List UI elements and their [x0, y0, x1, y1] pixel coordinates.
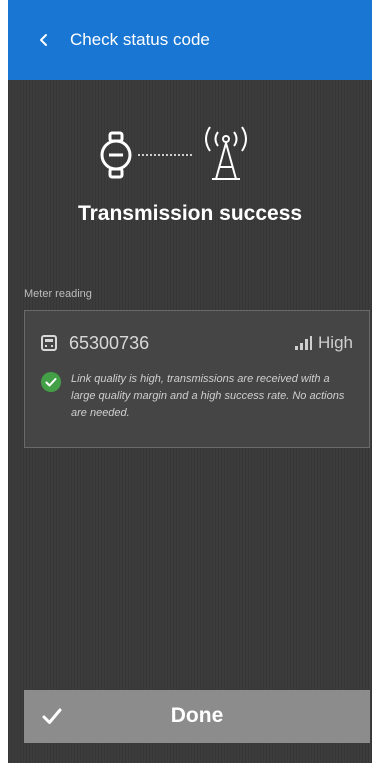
- section-label: Meter reading: [24, 288, 92, 300]
- check-circle-icon: [41, 372, 61, 392]
- meter-to-antenna-graphic: [100, 126, 247, 180]
- status-message: Link quality is high, transmissions are …: [41, 371, 355, 422]
- right-edge: [372, 0, 382, 763]
- antenna-icon: [205, 126, 247, 180]
- app-header: Check status code: [8, 0, 372, 80]
- meter-card: 65300736 High Link quality is high, tran…: [24, 310, 370, 448]
- chevron-left-icon: [40, 34, 47, 46]
- meter-row: 65300736 High: [41, 331, 353, 355]
- status-title: Transmission success: [77, 202, 303, 225]
- done-button[interactable]: Done: [24, 690, 370, 743]
- status-message-text: Link quality is high, transmissions are …: [71, 373, 345, 419]
- signal-bars-icon: [295, 336, 313, 350]
- meter-icon: [100, 131, 132, 179]
- back-button[interactable]: [22, 18, 66, 62]
- left-edge: [0, 0, 8, 763]
- done-label: Done: [170, 704, 224, 727]
- main-content: Transmission success Meter reading 65300…: [8, 80, 372, 763]
- link-quality: High: [294, 333, 353, 353]
- meter-device-icon: [41, 335, 57, 351]
- quality-value: High: [318, 333, 353, 352]
- meter-id: 65300736: [69, 332, 150, 353]
- page-title: Check status code: [70, 30, 210, 49]
- transmission-illustration: [8, 118, 372, 188]
